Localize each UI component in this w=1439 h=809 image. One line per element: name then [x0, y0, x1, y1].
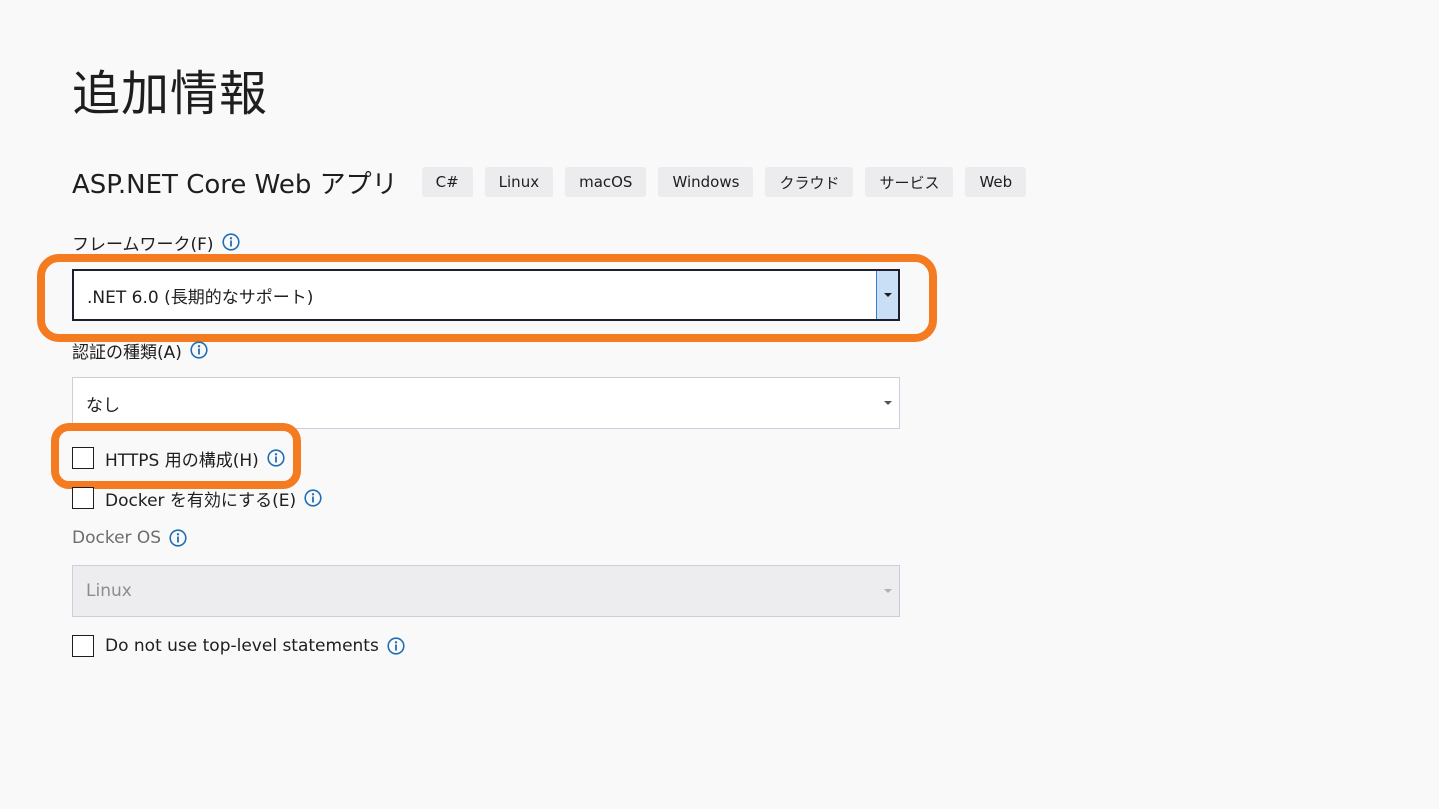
- docker-os-select: Linux: [72, 565, 900, 617]
- docker-label[interactable]: Docker を有効にする(E): [105, 486, 296, 511]
- docker-os-label: Docker OS: [72, 526, 187, 550]
- info-icon[interactable]: [304, 489, 322, 507]
- docker-os-dropdown-button: [877, 566, 899, 616]
- chevron-down-icon: [883, 293, 892, 297]
- docker-os-select-value: Linux: [86, 581, 132, 601]
- template-header: ASP.NET Core Web アプリ C# Linux macOS Wind…: [72, 164, 1027, 200]
- top-level-checkbox[interactable]: [72, 635, 94, 657]
- page-title: 追加情報: [72, 66, 269, 122]
- additional-info-page: 追加情報 ASP.NET Core Web アプリ C# Linux macOS…: [0, 0, 1439, 809]
- auth-dropdown-button[interactable]: [877, 378, 899, 428]
- https-label[interactable]: HTTPS 用の構成(H): [105, 446, 259, 471]
- auth-select-value: なし: [86, 395, 120, 416]
- info-icon[interactable]: [190, 341, 208, 359]
- tag-macos: macOS: [565, 167, 647, 197]
- https-checkbox[interactable]: [72, 447, 94, 469]
- auth-select[interactable]: なし: [72, 377, 900, 429]
- framework-label-text: フレームワーク(F): [72, 234, 214, 255]
- tag-web: Web: [965, 167, 1027, 197]
- tag-service: サービス: [865, 167, 954, 197]
- tag-csharp: C#: [421, 167, 473, 197]
- framework-label: フレームワーク(F): [72, 230, 240, 255]
- auth-label-text: 認証の種類(A): [72, 342, 182, 363]
- info-icon[interactable]: [267, 449, 285, 467]
- template-tags: C# Linux macOS Windows クラウド サービス Web: [421, 167, 1027, 197]
- https-row: HTTPS 用の構成(H): [72, 446, 285, 471]
- tag-linux: Linux: [484, 167, 554, 197]
- info-icon[interactable]: [169, 529, 187, 547]
- docker-os-label-text: Docker OS: [72, 528, 162, 548]
- tag-cloud: クラウド: [765, 167, 854, 197]
- top-level-row: Do not use top-level statements: [72, 634, 405, 658]
- tag-windows: Windows: [658, 167, 754, 197]
- info-icon[interactable]: [387, 637, 405, 655]
- chevron-down-icon: [884, 589, 892, 593]
- docker-checkbox[interactable]: [72, 487, 94, 509]
- info-icon[interactable]: [222, 233, 240, 251]
- framework-select[interactable]: .NET 6.0 (長期的なサポート): [72, 269, 900, 321]
- docker-row: Docker を有効にする(E): [72, 486, 322, 511]
- top-level-label[interactable]: Do not use top-level statements: [105, 636, 379, 656]
- chevron-down-icon: [884, 401, 892, 405]
- auth-label: 認証の種類(A): [72, 338, 208, 363]
- framework-select-value: .NET 6.0 (長期的なサポート): [87, 287, 314, 308]
- framework-dropdown-button[interactable]: [876, 271, 898, 319]
- template-name: ASP.NET Core Web アプリ: [72, 169, 398, 200]
